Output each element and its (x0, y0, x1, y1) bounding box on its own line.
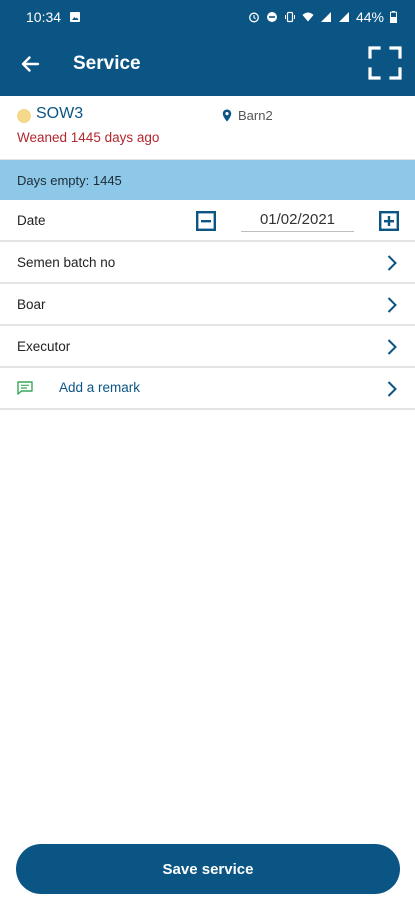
plus-box-icon[interactable] (379, 211, 399, 231)
battery-percent: 44% (355, 9, 384, 25)
signal-icon (320, 12, 331, 22)
dnd-icon (266, 12, 277, 22)
status-left: 10:34 (26, 9, 81, 25)
executor-label: Executor (17, 338, 71, 354)
comment-icon (17, 381, 33, 395)
date-row: Date (0, 200, 415, 242)
image-notification-icon (70, 12, 81, 22)
boar-label: Boar (17, 296, 46, 312)
animal-id[interactable]: SOW3 (36, 105, 83, 123)
location-label: Barn2 (238, 108, 273, 123)
executor-row[interactable]: Executor (0, 326, 415, 368)
semen-batch-label: Semen batch no (17, 254, 116, 270)
days-empty-banner: Days empty: 1445 (0, 160, 415, 200)
chevron-right-icon (387, 297, 397, 313)
add-remark-label: Add a remark (59, 380, 141, 395)
back-button[interactable] (14, 48, 46, 80)
status-bar: 10:34 44% (0, 0, 415, 34)
wifi-icon (302, 12, 314, 22)
weaned-info: Weaned 1445 days ago (17, 130, 160, 145)
location-pin-icon (222, 109, 232, 122)
scan-frame-icon (368, 46, 402, 80)
status-time: 10:34 (26, 9, 62, 25)
status-right: 44% (248, 9, 397, 25)
chevron-right-icon (387, 255, 397, 271)
toolbar: Service (0, 34, 415, 96)
alarm-icon (249, 12, 259, 23)
chevron-right-icon (387, 381, 397, 397)
animal-status-dot (17, 109, 31, 123)
animal-location: Barn2 (222, 108, 273, 123)
page-title: Service (73, 53, 141, 74)
scan-button[interactable] (365, 43, 405, 83)
date-input[interactable] (241, 208, 354, 232)
date-label: Date (17, 212, 46, 228)
semen-batch-row[interactable]: Semen batch no (0, 242, 415, 284)
app-bar: 10:34 44% Service (0, 0, 415, 96)
arrow-left-icon (21, 56, 40, 72)
battery-icon (390, 11, 397, 23)
animal-header: SOW3 Weaned 1445 days ago Barn2 (0, 96, 415, 160)
boar-row[interactable]: Boar (0, 284, 415, 326)
chevron-right-icon (387, 339, 397, 355)
add-remark-row[interactable]: Add a remark (0, 368, 415, 410)
minus-box-icon[interactable] (196, 211, 216, 231)
save-service-button[interactable]: Save service (16, 844, 400, 894)
signal-2-icon (338, 12, 349, 22)
vibrate-icon (284, 11, 295, 23)
